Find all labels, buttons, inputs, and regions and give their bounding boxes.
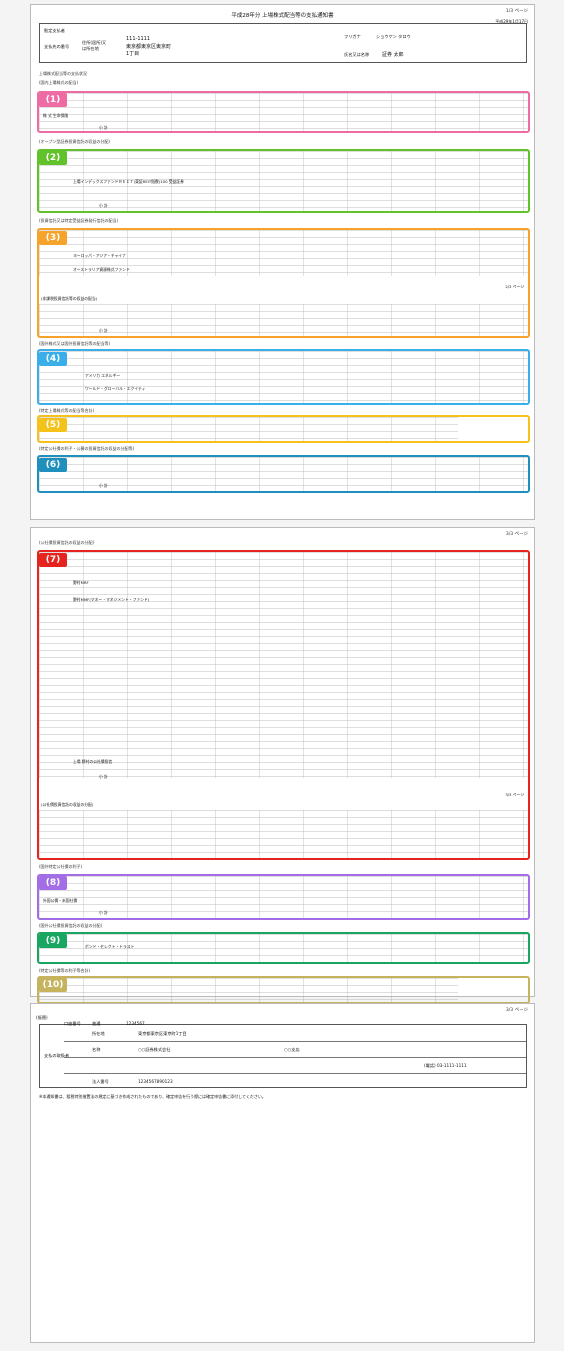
badge-6: (6) bbox=[39, 458, 67, 472]
name-kana: ショウケン タロウ bbox=[376, 34, 411, 39]
section-1-total: 小 計 bbox=[99, 125, 108, 130]
furigana-label: フリガナ bbox=[344, 34, 361, 39]
transfer-label: (振替) bbox=[36, 1015, 48, 1020]
section-intro: 上場株式配当等の支払状況 bbox=[39, 71, 87, 76]
section-4-frame: アメリカ エネルギー ワールド・グローバル・エクイティ bbox=[37, 349, 530, 405]
badge-2: (2) bbox=[39, 151, 67, 165]
account-label: 口座番号 bbox=[64, 1021, 81, 1026]
section-9-label: (国外公社債投資信託の収益の分配) bbox=[39, 923, 103, 928]
address-line-2: 1丁目 bbox=[126, 51, 140, 57]
addressee-label: 勘定支払者 bbox=[44, 28, 65, 33]
section-6-frame: 小 計 bbox=[37, 455, 530, 493]
section-3-row-1: ヨーロッパ・アジア・チャイナ bbox=[73, 253, 126, 258]
section-10-frame bbox=[37, 976, 530, 1004]
section-1-row: 株 式 生命保険 bbox=[43, 113, 69, 118]
name-label: 氏名又は名称 bbox=[344, 52, 370, 57]
name-label: 名称 bbox=[92, 1047, 101, 1052]
divider bbox=[64, 1073, 526, 1074]
section-3b-total: 小 計 bbox=[99, 328, 108, 333]
section-4-row-1: アメリカ エネルギー bbox=[85, 373, 121, 378]
section-7-row-2: 野村MMF(マネー・マネジメント・ファンド) bbox=[73, 597, 150, 602]
branch-name: ○○支店 bbox=[284, 1047, 300, 1052]
section-1-table bbox=[39, 93, 528, 131]
section-4-label: (国外株式又は国外投資信託等の配当等) bbox=[39, 341, 111, 346]
section-1-label: (国内上場株式の配当) bbox=[39, 80, 79, 85]
badge-5: (5) bbox=[39, 418, 67, 432]
section-10-table bbox=[39, 978, 458, 1002]
divider bbox=[64, 1041, 526, 1042]
address-label: 住所(居所)又は所在地 bbox=[82, 40, 107, 51]
company-name: ○○証券株式会社 bbox=[138, 1047, 171, 1052]
recipient-name: 証券 太郎 bbox=[382, 52, 404, 58]
badge-10: (10) bbox=[39, 978, 67, 992]
badge-9: (9) bbox=[39, 934, 67, 948]
section-9-frame: ボンド・セレクト・トラスト bbox=[37, 932, 530, 964]
section-8-table bbox=[39, 876, 528, 918]
section-5-frame bbox=[37, 415, 530, 443]
section-5-label: (特定上場株式等の配当等合計) bbox=[39, 408, 95, 413]
page-3: 3/3 ページ (振替) 口座番号 普通 1234567 支払の取扱者 所在地 … bbox=[30, 1003, 535, 1343]
account-type: 普通 bbox=[92, 1021, 101, 1026]
section-7-total: 小 計 bbox=[99, 774, 108, 779]
section-4-row-2: ワールド・グローバル・エクイティ bbox=[85, 386, 146, 391]
badge-4: (4) bbox=[39, 352, 67, 366]
section-3b-table bbox=[39, 304, 528, 336]
section-1-frame: 株 式 生命保険 小 計 bbox=[37, 91, 530, 133]
section-2-label: (オープン型証券投資信託の収益の分配) bbox=[39, 139, 110, 144]
section-7b-label: (公社債投資信託の収益の分配) bbox=[41, 802, 94, 807]
section-2-total: 小 計 bbox=[99, 203, 108, 208]
page-1: 1/3 ページ 平成28年分 上場株式配当等の支払通知書 平成29年1月17日 … bbox=[30, 4, 535, 520]
section-8-row: 外国公債・米国社債 bbox=[43, 898, 78, 903]
badge-8: (8) bbox=[39, 876, 67, 890]
address-line-1: 東京都東京区東京町 bbox=[126, 44, 172, 50]
section-2-row: 上場インデックスファンドＲＥＩＴ(東証REIT指数)100 受益証券 bbox=[73, 179, 184, 184]
document-title: 平成28年分 上場株式配当等の支払通知書 bbox=[231, 13, 334, 19]
badge-7: (7) bbox=[39, 553, 67, 567]
section-6-label: (特定公社債の利子・公募の投資信託の収益の分配等) bbox=[39, 446, 135, 451]
payer-address: 東京都東京区東京町1丁目 bbox=[138, 1031, 187, 1036]
section-8-frame: 外国公債・米国社債 小 計 bbox=[37, 874, 530, 920]
section-3-label: (投資信託又は特定受益証券発行信託の配当) bbox=[39, 218, 119, 223]
section-8-total: 小 計 bbox=[99, 910, 108, 915]
divider bbox=[64, 1057, 526, 1058]
section-7-row-3: 上場 野村の公社債投信 bbox=[73, 759, 113, 764]
postal-code: 111-1111 bbox=[126, 36, 151, 42]
section-7-table bbox=[39, 552, 528, 778]
section-3-row-2: オーストラリア資源株式ファンド bbox=[73, 267, 130, 272]
addressee-box: 勘定支払者 支払先の番号 住所(居所)又は所在地 111-1111 東京都東京区… bbox=[39, 23, 527, 63]
corp-number-label: 法人番号 bbox=[92, 1079, 109, 1084]
section-8-label: (国外特定公社債の利子) bbox=[39, 864, 83, 869]
section-9-row: ボンド・セレクト・トラスト bbox=[85, 944, 135, 949]
section-7-label: (公社債投資信託の収益の分配) bbox=[39, 540, 95, 545]
payer-label: 支払の取扱者 bbox=[44, 1053, 70, 1058]
section-10-label: (特定公社債等の利子等合計) bbox=[39, 968, 91, 973]
section-2-frame: 上場インデックスファンドＲＥＩＴ(東証REIT指数)100 受益証券 小 計 bbox=[37, 149, 530, 213]
page-number: 3/3 ページ bbox=[505, 1008, 528, 1013]
account-number: 1234567 bbox=[126, 1021, 145, 1026]
page-number-4: 3/3 ページ bbox=[505, 792, 524, 797]
section-7-row-1: 野村MRF bbox=[73, 580, 89, 585]
footnote: ※本通知書は、租税特別措置法の規定に基づき作成されたものであり、確定申告を行う際… bbox=[39, 1094, 266, 1099]
section-6-total: 小 計 bbox=[99, 483, 108, 488]
page-2: 3/3 ページ (公社債投資信託の収益の分配) 野村MRF 野村MMF(マネー・… bbox=[30, 527, 535, 1004]
member-label: 支払先の番号 bbox=[44, 44, 70, 49]
corp-number: 1234567890123 bbox=[138, 1079, 173, 1084]
section-7-frame: 野村MRF 野村MMF(マネー・マネジメント・ファンド) 上場 野村の公社債投信… bbox=[37, 550, 530, 860]
section-3b-label: (非課税投資信託等の収益の配当) bbox=[41, 296, 98, 301]
payer-box: (振替) 口座番号 普通 1234567 支払の取扱者 所在地 東京都東京区東京… bbox=[36, 1015, 527, 1088]
section-5-table bbox=[39, 417, 458, 441]
section-3-frame: ヨーロッパ・アジア・チャイナ オーストラリア資源株式ファンド 2/3 ページ (… bbox=[37, 228, 530, 338]
section-6-table bbox=[39, 457, 528, 491]
address-label: 所在地 bbox=[92, 1031, 105, 1036]
badge-3: (3) bbox=[39, 231, 67, 245]
page-number-2: 2/3 ページ bbox=[505, 284, 524, 289]
badge-1: (1) bbox=[39, 93, 67, 107]
page-number: 3/3 ページ bbox=[505, 532, 528, 537]
telephone: (電話) 03-1111-1111 bbox=[424, 1063, 467, 1068]
section-7b-table bbox=[39, 810, 528, 858]
